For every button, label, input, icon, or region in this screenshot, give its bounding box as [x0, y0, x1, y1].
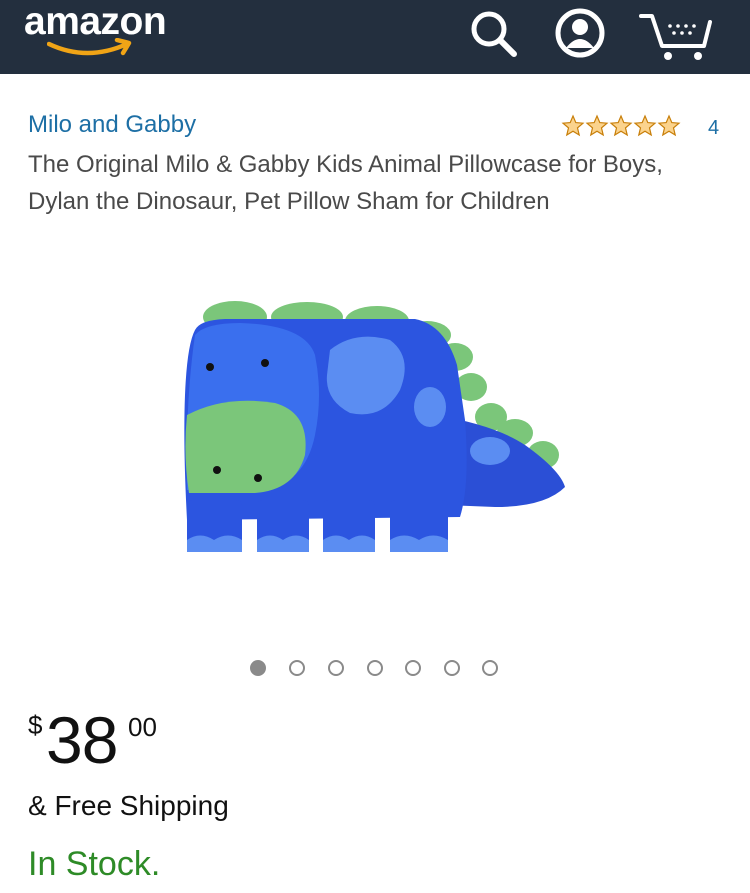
carousel-dot-1[interactable] [250, 660, 266, 676]
carousel-dot-6[interactable] [444, 660, 460, 676]
availability-status: In Stock. [28, 845, 161, 883]
star-rating[interactable] [561, 114, 683, 143]
carousel-dot-5[interactable] [405, 660, 421, 676]
amazon-smile-arrow-icon [47, 38, 132, 56]
carousel-dot-3[interactable] [328, 660, 344, 676]
carousel-dot-4[interactable] [367, 660, 383, 676]
cart-icon[interactable] [638, 6, 718, 71]
price-whole: 38 [46, 703, 118, 777]
brand-link[interactable]: Milo and Gabby [28, 111, 196, 139]
price-currency: $ [28, 710, 43, 740]
product-image-dinosaur-pillow[interactable] [165, 295, 585, 565]
shipping-info: & Free Shipping [28, 790, 229, 821]
carousel-dot-2[interactable] [289, 660, 305, 676]
top-navigation-bar: amazon [0, 0, 750, 74]
five-stars-icon [561, 114, 681, 137]
carousel-dot-7[interactable] [482, 660, 498, 676]
rating-count[interactable]: 4 [708, 117, 719, 140]
product-title: The Original Milo & Gabby Kids Animal Pi… [28, 151, 663, 215]
price-fraction: 00 [128, 712, 157, 742]
search-icon[interactable] [466, 6, 522, 67]
account-icon[interactable] [553, 6, 609, 67]
